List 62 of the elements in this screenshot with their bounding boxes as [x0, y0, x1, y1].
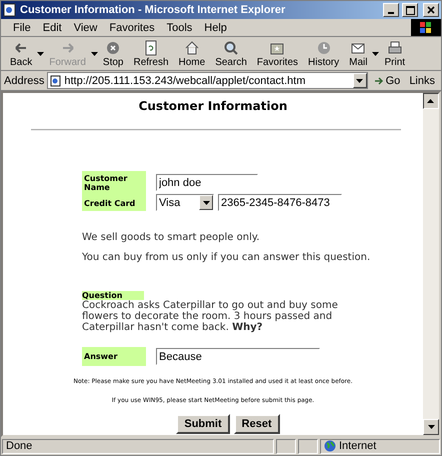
- toolbar-button[interactable]: Back: [5, 40, 38, 68]
- maximize-icon: [406, 6, 414, 14]
- address-field[interactable]: http://205.111.153.243/webcall/applet/contact.htm: [47, 72, 368, 89]
- status-text: Done: [6, 440, 32, 452]
- menu-item[interactable]: File: [7, 22, 37, 34]
- status-panel: [298, 438, 318, 454]
- toolbar-button[interactable]: History: [303, 40, 344, 68]
- field-label: Customer Name: [82, 171, 146, 196]
- refresh-icon: [143, 40, 159, 56]
- field-label: Credit Card: [82, 196, 146, 211]
- scrollbar[interactable]: [423, 93, 439, 435]
- minimize-button[interactable]: [383, 3, 399, 17]
- menu-item[interactable]: View: [68, 22, 104, 34]
- menu-item[interactable]: Favorites: [103, 22, 161, 34]
- intro-text: We sell goods to smart people only.: [82, 231, 261, 245]
- toolbar-button[interactable]: Print: [379, 40, 410, 68]
- caret-icon[interactable]: [372, 52, 380, 56]
- right-arrow-icon: [374, 76, 384, 86]
- close-button[interactable]: [423, 3, 439, 17]
- page-icon: [3, 3, 17, 17]
- intro-text: You can buy from us only if you can answer this question.: [82, 251, 372, 265]
- down-arrow-icon: [428, 425, 434, 429]
- question-text: Cockroach asks Caterpillar to go out and buy some flowers to decorate the room. 3 hours passed and Caterpillar hasn't come back. Why?: [82, 300, 339, 333]
- close-icon: [427, 6, 435, 14]
- history-icon: [316, 40, 332, 56]
- stop-icon: [105, 40, 122, 56]
- toolbar-button[interactable]: Home: [174, 40, 210, 68]
- form-button[interactable]: Submit: [176, 414, 230, 434]
- zone-text: Internet: [339, 440, 376, 452]
- home-icon: [184, 40, 200, 56]
- go-button[interactable]: Go: [370, 74, 404, 86]
- search-icon: [223, 40, 240, 56]
- card-number-field[interactable]: 2365-2345-8476-8473: [218, 194, 342, 211]
- answer-label: Answer: [82, 347, 146, 366]
- toolbar-button[interactable]: Favorites: [252, 40, 304, 68]
- address-label: Address: [4, 74, 44, 86]
- page-icon: [50, 74, 62, 86]
- window-title: Customer Information - Microsoft Internet Explorer: [20, 4, 286, 16]
- answer-field[interactable]: Because: [156, 348, 320, 365]
- form-button[interactable]: Reset: [234, 414, 280, 434]
- page-heading: Customer Information: [138, 99, 288, 113]
- print-icon: [386, 40, 403, 56]
- links-button[interactable]: Links: [406, 74, 438, 86]
- toolbar-button[interactable]: Refresh: [128, 40, 174, 68]
- status-panel: [276, 438, 296, 454]
- caret-icon: [202, 200, 210, 204]
- globe-icon: [324, 440, 336, 452]
- caret-icon[interactable]: [37, 52, 44, 56]
- card-type-select[interactable]: Visa: [156, 194, 214, 211]
- toolbar-button[interactable]: Search: [210, 40, 252, 68]
- menu-item[interactable]: Edit: [36, 22, 68, 34]
- question-label: Question: [82, 291, 144, 300]
- name-field[interactable]: john doe: [156, 174, 258, 191]
- windows-logo: [411, 19, 441, 36]
- up-arrow-icon: [428, 99, 434, 103]
- toolbar-button[interactable]: Mail: [344, 40, 372, 68]
- dropdown-button[interactable]: [352, 73, 367, 88]
- menu-item[interactable]: Tools: [160, 22, 198, 34]
- caret-icon: [356, 78, 364, 82]
- menu-item[interactable]: Help: [198, 22, 233, 34]
- toolbar-button[interactable]: Stop: [98, 40, 128, 68]
- maximize-button[interactable]: [402, 3, 418, 17]
